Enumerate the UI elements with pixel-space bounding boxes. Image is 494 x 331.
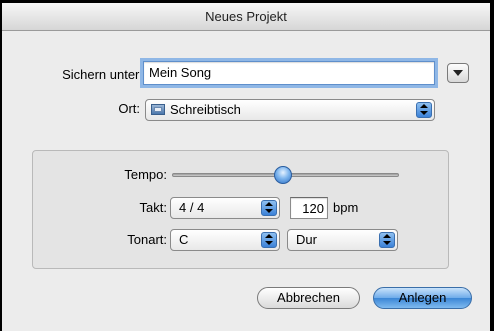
location-popup[interactable]: Schreibtisch — [145, 99, 435, 121]
key-note-popup[interactable]: C — [170, 229, 280, 251]
save-as-label: Sichern unter: — [62, 67, 143, 82]
key-mode-value: Dur — [296, 232, 317, 247]
popup-arrows-icon — [261, 232, 277, 248]
popup-arrows-icon — [416, 102, 432, 118]
popup-arrows-icon — [379, 232, 395, 248]
new-project-dialog: Neues Projekt Sichern unter: Mein Song O… — [2, 3, 490, 331]
folder-icon — [151, 104, 165, 115]
time-signature-value: 4 / 4 — [179, 200, 205, 215]
key-mode-popup[interactable]: Dur — [287, 229, 398, 251]
key-label: Tonart: — [127, 232, 167, 247]
tempo-label: Tempo: — [124, 167, 167, 182]
bpm-field[interactable]: 120 — [290, 197, 328, 219]
time-signature-popup[interactable]: 4 / 4 — [170, 197, 280, 219]
create-button[interactable]: Anlegen — [373, 287, 472, 309]
key-note-value: C — [179, 232, 189, 247]
location-label: Ort: — [118, 101, 140, 116]
cancel-button[interactable]: Abbrechen — [257, 287, 360, 309]
dialog-title: Neues Projekt — [2, 3, 490, 31]
popup-arrows-icon — [261, 200, 277, 216]
disclosure-triangle-icon — [453, 70, 463, 76]
bpm-unit-label: bpm — [333, 200, 359, 215]
time-signature-label: Takt: — [139, 200, 167, 215]
window-frame-right — [490, 0, 494, 331]
save-as-field[interactable]: Mein Song — [143, 61, 435, 85]
expand-save-dialog-button[interactable] — [447, 63, 469, 83]
location-value: Schreibtisch — [170, 102, 241, 117]
